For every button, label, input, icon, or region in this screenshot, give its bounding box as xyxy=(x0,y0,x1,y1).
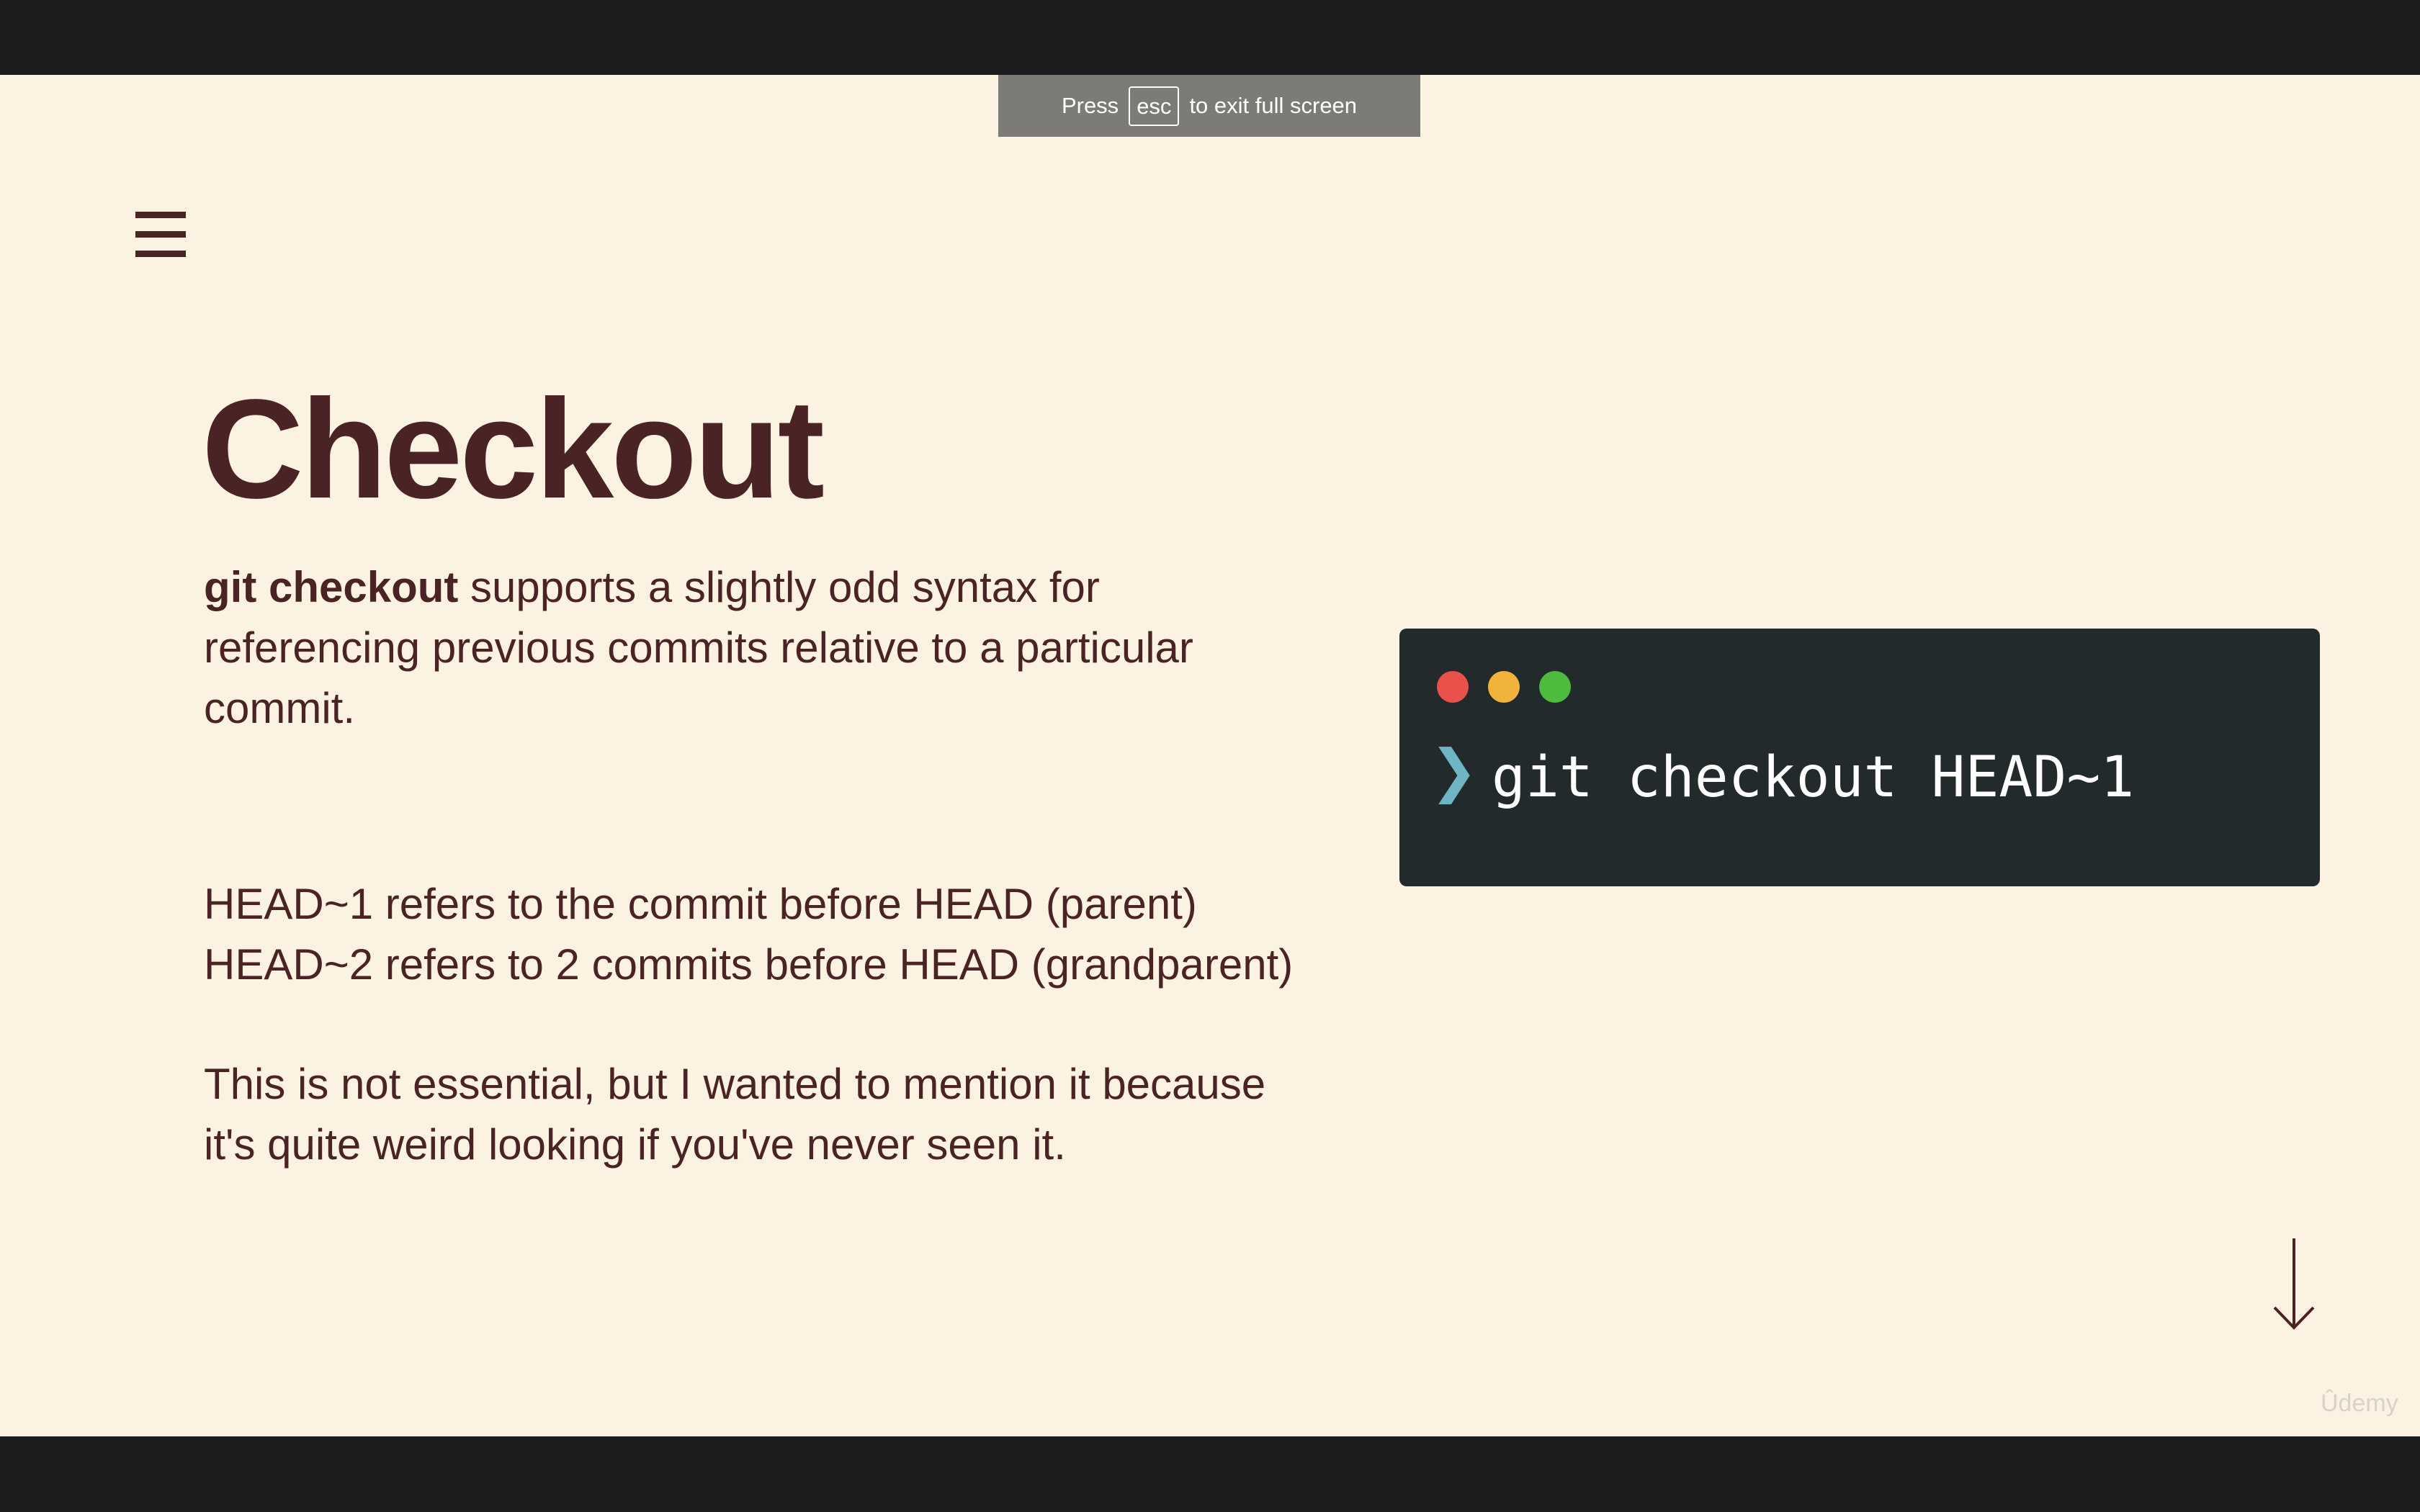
fullscreen-banner-prefix: Press xyxy=(1061,93,1119,118)
head-1-line: HEAD~1 refers to the commit before HEAD … xyxy=(204,880,1197,928)
hamburger-menu-icon[interactable] xyxy=(135,209,186,261)
slide-title: Checkout xyxy=(202,370,825,528)
terminal-window: ❯ git checkout HEAD~1 xyxy=(1399,629,2320,886)
bottom-letterbox xyxy=(0,1436,2420,1512)
git-checkout-keyword: git checkout xyxy=(204,563,459,611)
fullscreen-banner-suffix: to exit full screen xyxy=(1189,93,1358,118)
slide: Press esc to exit full screen Checkout g… xyxy=(0,75,2420,1436)
head-2-line: HEAD~2 refers to 2 commits before HEAD (… xyxy=(204,940,1294,989)
maximize-dot-icon xyxy=(1539,671,1571,703)
menu-bar-top xyxy=(135,212,186,218)
down-arrow-svg xyxy=(2273,1238,2315,1330)
menu-bar-middle xyxy=(135,231,186,238)
paragraph-note: This is not essential, but I wanted to m… xyxy=(204,1060,1266,1169)
paragraph-head-references: HEAD~1 refers to the commit before HEAD … xyxy=(204,874,1327,995)
udemy-watermark: Ûdemy xyxy=(2321,1390,2398,1417)
minimize-dot-icon xyxy=(1488,671,1520,703)
fullscreen-banner: Press esc to exit full screen xyxy=(998,75,1420,137)
prompt-chevron-icon: ❯ xyxy=(1430,737,1479,804)
paragraph-intro: git checkout supports a slightly odd syn… xyxy=(204,557,1327,739)
esc-key-badge: esc xyxy=(1129,86,1180,126)
close-dot-icon xyxy=(1437,671,1469,703)
down-arrow-icon[interactable] xyxy=(2272,1237,2316,1331)
top-letterbox xyxy=(0,0,2420,75)
terminal-command: git checkout HEAD~1 xyxy=(1492,745,2135,810)
menu-bar-bottom xyxy=(135,251,186,257)
